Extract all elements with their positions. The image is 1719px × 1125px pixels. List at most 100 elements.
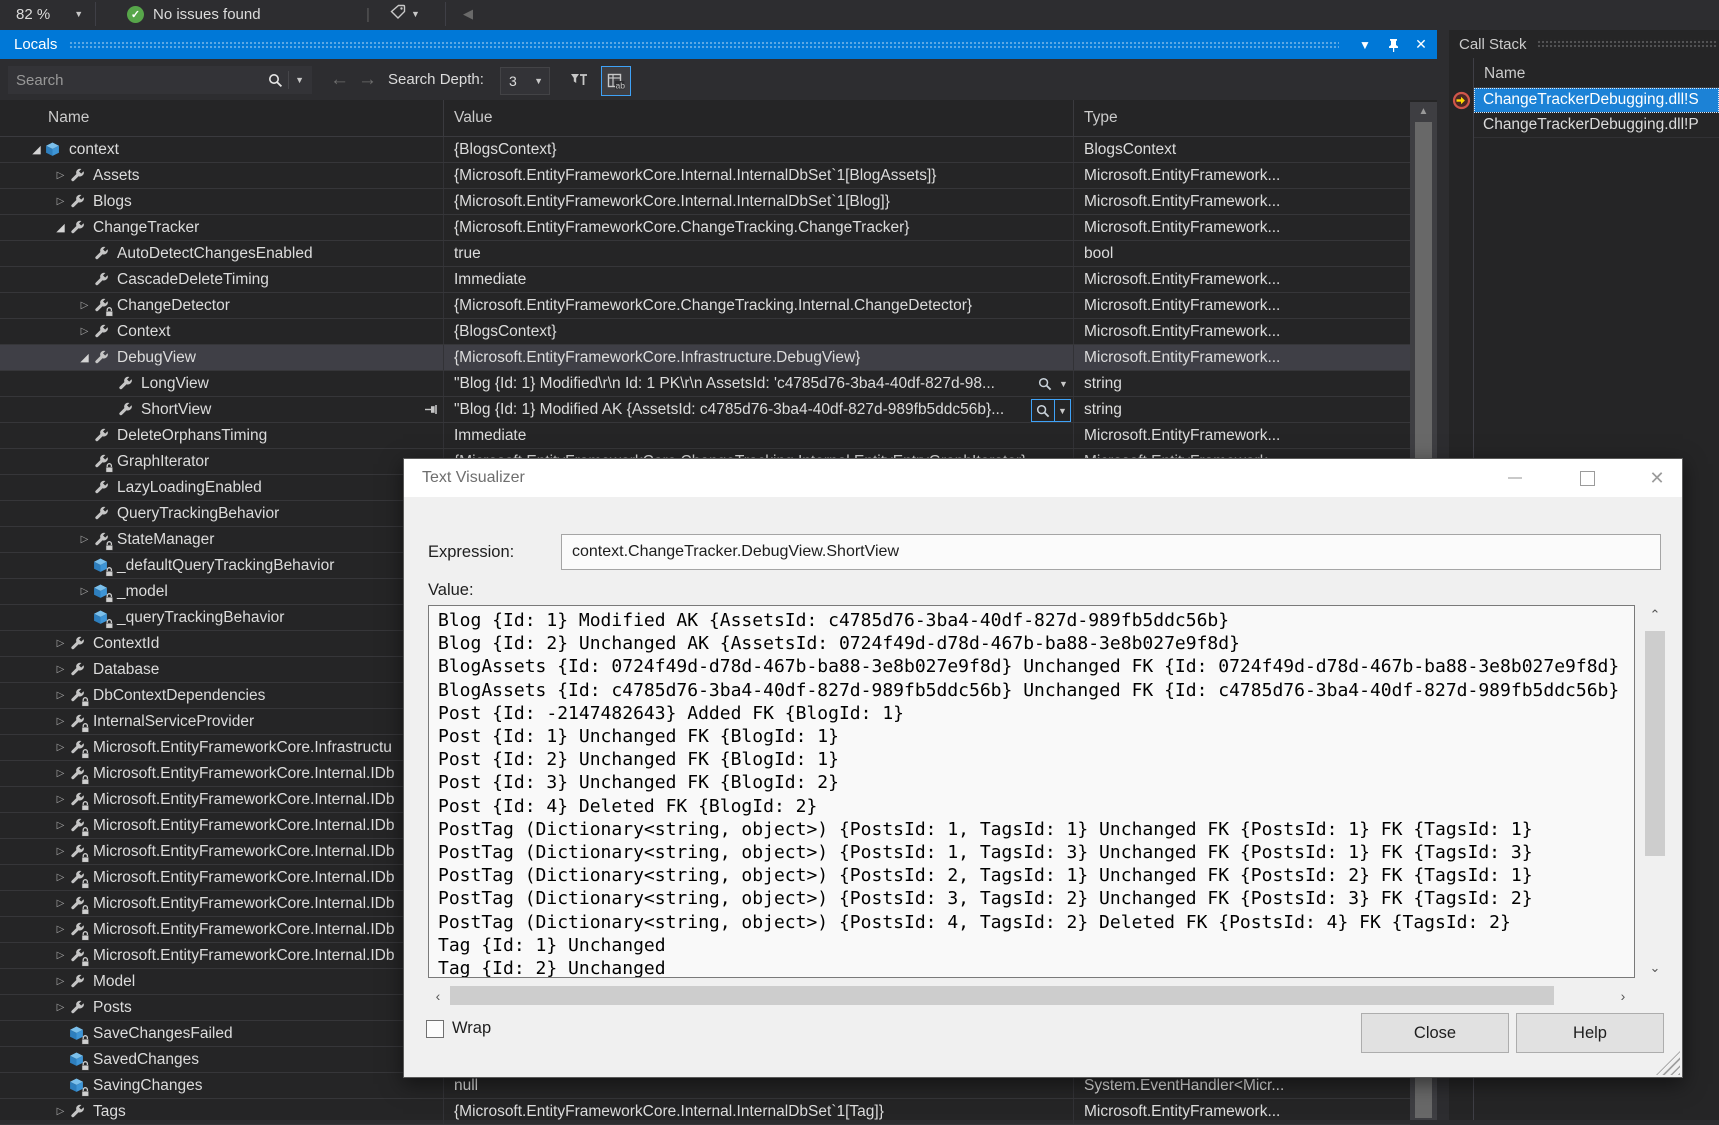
- help-button[interactable]: Help: [1516, 1013, 1664, 1053]
- debug-toolbar: 82 % ▼ ✓ No issues found | ▼ ◀: [0, 0, 1719, 28]
- window-position-icon[interactable]: ▼: [1353, 34, 1377, 56]
- tag-button[interactable]: ▼: [390, 0, 420, 28]
- search-options-caret-icon[interactable]: ▼: [295, 75, 304, 85]
- resize-grip[interactable]: [1656, 1051, 1680, 1075]
- expand-arrow-icon[interactable]: ▷: [52, 170, 69, 181]
- close-button[interactable]: ✕: [1640, 459, 1674, 497]
- locals-row[interactable]: CascadeDeleteTimingImmediateMicrosoft.En…: [0, 267, 1410, 293]
- pinned-icon[interactable]: [424, 403, 439, 421]
- value-textarea[interactable]: Blog {Id: 1} Modified AK {AssetsId: c478…: [428, 605, 1635, 978]
- lock-icon: [81, 749, 90, 759]
- locals-row[interactable]: AutoDetectChangesEnabledtruebool: [0, 241, 1410, 267]
- locals-row[interactable]: ▷Blogs{Microsoft.EntityFrameworkCore.Int…: [0, 189, 1410, 215]
- column-header-name[interactable]: Name: [0, 100, 443, 136]
- callstack-frame[interactable]: ChangeTrackerDebugging.dll!S: [1474, 88, 1719, 113]
- expand-arrow-icon[interactable]: ▷: [52, 924, 69, 935]
- value-vertical-scrollbar[interactable]: ⌃ ⌄: [1643, 605, 1667, 978]
- scroll-up-icon[interactable]: ▲: [1410, 102, 1437, 120]
- callstack-frame[interactable]: ChangeTrackerDebugging.dll!P: [1474, 113, 1719, 138]
- expand-arrow-icon[interactable]: ▷: [52, 664, 69, 675]
- callstack-frames: ChangeTrackerDebugging.dll!SChangeTracke…: [1474, 88, 1719, 138]
- visualizer-caret-icon[interactable]: ▼: [1054, 400, 1070, 421]
- drag-grip[interactable]: [69, 40, 1339, 50]
- locals-row[interactable]: LongView"Blog {Id: 1} Modified\r\n Id: 1…: [0, 371, 1410, 397]
- close-dialog-button[interactable]: Close: [1361, 1013, 1509, 1053]
- scroll-up-icon[interactable]: ⌃: [1643, 605, 1667, 625]
- variable-name-cell: ShortView: [0, 397, 443, 422]
- expand-arrow-icon[interactable]: ▷: [52, 690, 69, 701]
- pin-icon[interactable]: [1381, 34, 1405, 56]
- expand-arrow-icon[interactable]: ▷: [52, 196, 69, 207]
- scroll-left-icon[interactable]: ‹: [428, 985, 448, 1006]
- collapse-arrow-icon[interactable]: ◢: [28, 143, 45, 156]
- zoom-level-combo[interactable]: 82 % ▼: [16, 0, 83, 28]
- search-input[interactable]: Search ▼: [8, 66, 312, 94]
- expand-arrow-icon[interactable]: ▷: [76, 300, 93, 311]
- expression-field[interactable]: context.ChangeTracker.DebugView.ShortVie…: [561, 534, 1661, 570]
- variable-name: Database: [93, 661, 159, 679]
- expand-arrow-icon[interactable]: ▷: [52, 898, 69, 909]
- variable-value: {Microsoft.EntityFrameworkCore.ChangeTra…: [454, 219, 909, 237]
- column-header-type[interactable]: Type: [1073, 100, 1410, 136]
- drag-grip[interactable]: [1537, 39, 1717, 49]
- back-chevron-icon[interactable]: ◀: [463, 0, 473, 28]
- expand-arrow-icon[interactable]: ▷: [52, 976, 69, 987]
- issues-status[interactable]: ✓ No issues found: [127, 0, 261, 28]
- variable-name: DebugView: [117, 349, 196, 367]
- maximize-button[interactable]: [1570, 459, 1604, 497]
- scrollbar-thumb[interactable]: [450, 986, 1554, 1005]
- column-header-value[interactable]: Value: [443, 100, 1073, 136]
- visualizer-caret-icon[interactable]: ▼: [1056, 373, 1071, 394]
- expand-arrow-icon[interactable]: ▷: [52, 872, 69, 883]
- variable-name-cell: ▷Microsoft.EntityFrameworkCore.Internal.…: [0, 787, 443, 812]
- search-prev-button[interactable]: ←: [330, 59, 349, 100]
- locals-row[interactable]: DeleteOrphansTimingImmediateMicrosoft.En…: [0, 423, 1410, 449]
- expand-arrow-icon[interactable]: ▷: [52, 950, 69, 961]
- search-depth-combo[interactable]: 3 ▼: [500, 67, 550, 95]
- dialog-title-bar[interactable]: Text Visualizer ✕: [404, 459, 1682, 497]
- locals-title-bar[interactable]: Locals ▼ ✕: [0, 30, 1437, 59]
- expand-arrow-icon[interactable]: ▷: [76, 534, 93, 545]
- expand-arrow-icon[interactable]: ▷: [52, 1002, 69, 1013]
- property-wrench-icon: [69, 896, 89, 912]
- locals-row[interactable]: ◢ChangeTracker{Microsoft.EntityFramework…: [0, 215, 1410, 241]
- expand-arrow-icon[interactable]: ▷: [52, 716, 69, 727]
- locals-row[interactable]: ▷Tags{Microsoft.EntityFrameworkCore.Inte…: [0, 1099, 1410, 1125]
- variable-name-cell: _queryTrackingBehavior: [0, 605, 443, 630]
- locals-row[interactable]: ◢DebugView{Microsoft.EntityFrameworkCore…: [0, 345, 1410, 371]
- expand-arrow-icon[interactable]: ▷: [52, 846, 69, 857]
- variable-value-cell: "Blog {Id: 1} Modified AK {AssetsId: c47…: [443, 397, 1073, 422]
- collapse-arrow-icon[interactable]: ◢: [76, 351, 93, 364]
- expand-arrow-icon[interactable]: ▷: [76, 326, 93, 337]
- variable-name: _model: [117, 583, 168, 601]
- locals-row[interactable]: ShortView"Blog {Id: 1} Modified AK {Asse…: [0, 397, 1410, 423]
- search-next-button[interactable]: →: [358, 59, 377, 100]
- search-icon[interactable]: [262, 73, 288, 88]
- callstack-column-header[interactable]: Name: [1474, 60, 1719, 88]
- magnifier-icon[interactable]: [1032, 400, 1054, 421]
- magnifier-icon[interactable]: [1034, 373, 1056, 394]
- scroll-down-icon[interactable]: ⌄: [1643, 958, 1667, 978]
- variable-name-cell: LazyLoadingEnabled: [0, 475, 443, 500]
- expand-arrow-icon[interactable]: ▷: [52, 820, 69, 831]
- filter-icon[interactable]: [565, 66, 593, 94]
- expand-arrow-icon[interactable]: ▷: [52, 768, 69, 779]
- wrap-checkbox[interactable]: [426, 1020, 444, 1038]
- scroll-right-icon[interactable]: ›: [1613, 985, 1633, 1006]
- expand-arrow-icon[interactable]: ▷: [52, 638, 69, 649]
- callstack-title-bar[interactable]: Call Stack: [1449, 30, 1719, 58]
- scrollbar-thumb[interactable]: [1645, 631, 1665, 856]
- locals-row[interactable]: ▷ChangeDetector{Microsoft.EntityFramewor…: [0, 293, 1410, 319]
- minimize-button[interactable]: [1498, 459, 1532, 497]
- value-horizontal-scrollbar[interactable]: ‹ ›: [428, 985, 1635, 1006]
- expand-arrow-icon[interactable]: ▷: [52, 794, 69, 805]
- text-table-view-icon[interactable]: ab: [601, 66, 631, 96]
- close-icon[interactable]: ✕: [1409, 34, 1433, 56]
- locals-row[interactable]: ◢context{BlogsContext}BlogsContext: [0, 137, 1410, 163]
- expand-arrow-icon[interactable]: ▷: [52, 1106, 69, 1117]
- expand-arrow-icon[interactable]: ▷: [76, 586, 93, 597]
- locals-row[interactable]: ▷Assets{Microsoft.EntityFrameworkCore.In…: [0, 163, 1410, 189]
- expand-arrow-icon[interactable]: ▷: [52, 742, 69, 753]
- collapse-arrow-icon[interactable]: ◢: [52, 221, 69, 234]
- locals-row[interactable]: ▷Context{BlogsContext}Microsoft.EntityFr…: [0, 319, 1410, 345]
